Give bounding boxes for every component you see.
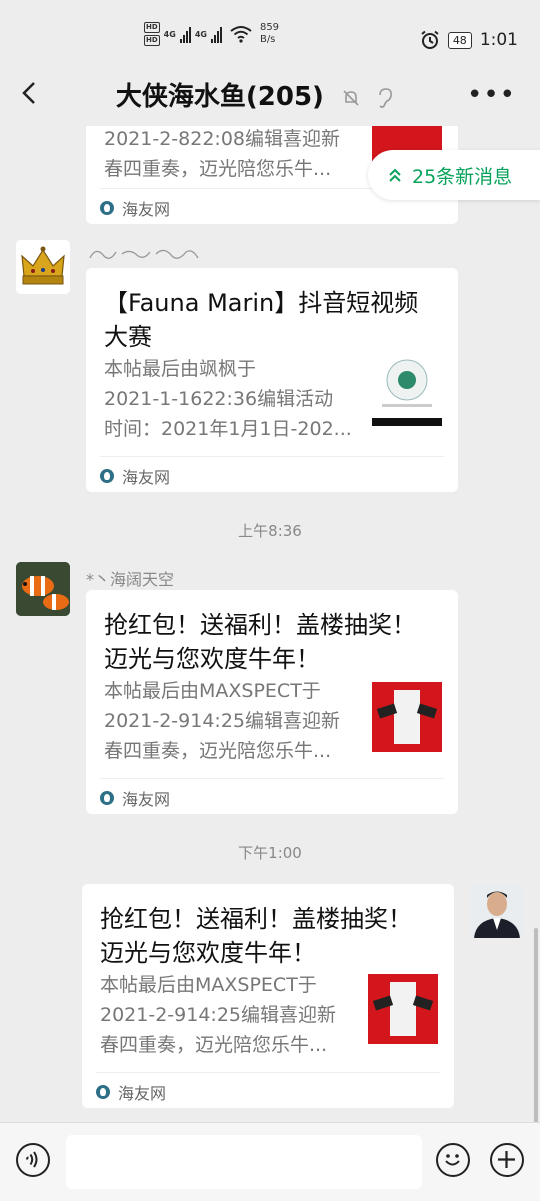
wifi-icon (230, 26, 252, 43)
speed-value: 859 (259, 22, 280, 33)
desc-line: 时间：2021年1月1日-202... (104, 418, 352, 440)
avatar[interactable] (16, 562, 70, 616)
card-thumbnail (368, 974, 438, 1044)
speed-unit: B/s (259, 34, 276, 45)
new-messages-button[interactable]: 25条新消息 (368, 150, 540, 200)
crown-icon (16, 240, 70, 294)
title-bar: 大侠海水鱼(205) ••• (0, 62, 540, 126)
plus-sign-icon (498, 1151, 515, 1168)
link-card[interactable]: 抢红包！送福利！盖楼抽奖！ 迈光与您欢度牛年！ 本帖最后由MAXSPECT于 2… (82, 884, 454, 1108)
clownfish-icon (16, 562, 70, 616)
title-line: 迈光与您欢度牛年！ (100, 939, 316, 967)
desc-line: 春四重奏，迈光陪您乐牛... (100, 1034, 328, 1056)
card-thumbnail (372, 682, 442, 752)
card-source: 海友网 (100, 464, 170, 488)
voice-icon[interactable] (16, 1143, 50, 1177)
more-icon[interactable]: ••• (467, 80, 516, 110)
status-left: HD HD 4G 4G 859 B/s (144, 22, 279, 46)
card-title: 【Fauna Marin】抖音短视频 大赛 (104, 286, 444, 354)
clock: 1:01 (479, 30, 518, 50)
timestamp: 上午8:36 (238, 522, 302, 540)
link-card[interactable]: 抢红包！送福利！盖楼抽奖！ 迈光与您欢度牛年！ 本帖最后由MAXSPECT于 2… (86, 590, 458, 814)
card-divider (100, 778, 444, 779)
title-line: 迈光与您欢度牛年！ (104, 645, 320, 673)
source-name: 海友网 (122, 790, 171, 809)
promo-image-icon (372, 682, 442, 752)
desc-line: 2021-2-914:25编辑喜迎新 (104, 710, 340, 732)
input-bar (0, 1122, 540, 1201)
desc-line: 春四重奏，迈光陪您乐牛... (104, 740, 332, 762)
double-chevron-up-icon (389, 168, 401, 182)
title-line: 抢红包！送福利！盖楼抽奖！ (104, 611, 416, 639)
signal-icon (179, 25, 191, 43)
card-description: 本帖最后由飒枫于 2021-1-1622:36编辑活动 时间：2021年1月1日… (104, 354, 364, 444)
alarm-icon (421, 30, 439, 49)
card-divider (100, 456, 444, 457)
card-divider (96, 1072, 440, 1073)
signal-icon (210, 25, 222, 43)
title-line: 大赛 (104, 323, 152, 351)
card-description: 本帖最后由MAXSPECT于 2021-2-914:25编辑喜迎新 春四重奏，迈… (100, 970, 360, 1060)
smile-face-icon (445, 1154, 460, 1166)
source-name: 海友网 (122, 200, 171, 219)
ear-icon (379, 87, 393, 108)
emoji-icon[interactable] (436, 1143, 470, 1177)
avatar[interactable] (16, 240, 70, 294)
message-input[interactable] (66, 1135, 422, 1189)
title-line: 【Fauna Marin】抖音短视频 (104, 289, 419, 317)
new-messages-label: 25条新消息 (412, 165, 513, 188)
source-name: 海友网 (122, 468, 171, 487)
desc-line: 2021-2-914:25编辑喜迎新 (100, 1004, 336, 1026)
plus-icon[interactable] (490, 1143, 524, 1177)
source-logo-icon (100, 791, 114, 805)
chat-title: 大侠海水鱼(205) (115, 82, 324, 112)
sender-name: *丶海阔天空 (86, 570, 175, 589)
network-speed: 859 B/s (260, 22, 279, 46)
card-title: 抢红包！送福利！盖楼抽奖！ 迈光与您欢度牛年！ (100, 902, 440, 970)
desc-line: 本帖最后由MAXSPECT于 (100, 974, 317, 996)
timestamp: 下午1:00 (238, 844, 302, 862)
hd-indicators: HD HD (144, 22, 160, 46)
mute-bell-icon (343, 89, 359, 106)
source-logo-icon (100, 469, 114, 483)
network-type: 4G (163, 29, 176, 39)
scrollbar[interactable] (534, 928, 538, 1124)
chat-title-wrap: 大侠海水鱼(205) (0, 76, 540, 113)
hd-badge: HD (144, 22, 160, 33)
hd-badge: HD (144, 35, 160, 46)
chat-area[interactable]: 2021-2-822:08编辑喜迎新 春四重奏，迈光陪您乐牛... 海友网 【F… (0, 126, 540, 1122)
desc-line: 本帖最后由飒枫于 (104, 358, 257, 380)
card-thumbnail (372, 356, 442, 426)
desc-line: 本帖最后由MAXSPECT于 (104, 680, 321, 702)
source-logo-icon (100, 201, 114, 215)
promo-image-icon (368, 974, 438, 1044)
desc-line: 2021-1-1622:36编辑活动 (104, 388, 334, 410)
card-description: 2021-2-822:08编辑喜迎新 春四重奏，迈光陪您乐牛... (104, 126, 364, 184)
status-bar: HD HD 4G 4G 859 B/s 48 1:01 (0, 0, 540, 62)
card-source: 海友网 (100, 196, 170, 220)
card-description: 本帖最后由MAXSPECT于 2021-2-914:25编辑喜迎新 春四重奏，迈… (104, 676, 364, 766)
voice-wave-icon (26, 1151, 38, 1168)
card-source: 海友网 (96, 1080, 166, 1104)
card-source: 海友网 (100, 786, 170, 810)
source-logo-icon (96, 1085, 110, 1099)
desc-line: 2021-2-822:08编辑喜迎新 (104, 128, 340, 150)
network-type: 4G (194, 29, 207, 39)
card-title: 抢红包！送福利！盖楼抽奖！ 迈光与您欢度牛年！ (104, 608, 444, 676)
source-name: 海友网 (118, 1084, 167, 1103)
battery-indicator: 48 (447, 31, 472, 49)
avatar[interactable] (470, 884, 524, 938)
person-photo-icon (470, 884, 524, 938)
status-right: 48 1:01 (420, 30, 518, 50)
decorative-nickname-icon (89, 249, 199, 259)
desc-line: 春四重奏，迈光陪您乐牛... (104, 158, 332, 180)
title-line: 抢红包！送福利！盖楼抽奖！ (100, 905, 412, 933)
link-card[interactable]: 【Fauna Marin】抖音短视频 大赛 本帖最后由飒枫于 2021-1-16… (86, 268, 458, 492)
qr-logo-icon (382, 359, 432, 407)
